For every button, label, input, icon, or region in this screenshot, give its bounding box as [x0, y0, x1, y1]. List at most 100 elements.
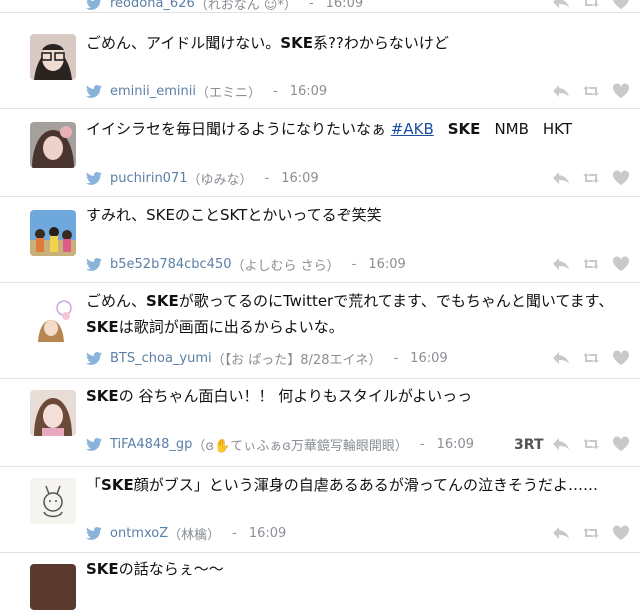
meta-separator: - — [264, 171, 270, 186]
twitter-bird-icon — [86, 527, 102, 540]
avatar[interactable] — [30, 122, 76, 168]
twitter-bird-icon — [86, 438, 102, 451]
meta-separator: - — [308, 0, 314, 11]
avatar[interactable] — [30, 34, 76, 80]
tweet-text-part: 系??わからないけど — [312, 34, 449, 52]
tweet-text-line2: SKEは歌詞が画面に出るからよいな。 — [86, 314, 632, 341]
tweet-actions — [552, 83, 630, 99]
retweet-icon[interactable] — [582, 0, 600, 10]
tweet-text-part: イイシラセを毎日聞けるようになりたいなぁ — [86, 120, 391, 138]
tweet-username[interactable]: eminii_eminii — [110, 84, 196, 99]
tweet-time[interactable]: 16:09 — [281, 171, 318, 186]
tweet-time[interactable]: 16:09 — [326, 0, 363, 11]
retweet-icon[interactable] — [582, 256, 600, 272]
tweet-text-bold: SKE — [447, 120, 481, 138]
tweet-username[interactable]: TiFA4848_gp — [110, 437, 192, 452]
tweet-item: 「SKE顔がブス」という渾身の自虐あるあるが滑ってんの泣きそうだよ…… ontm… — [0, 466, 640, 553]
twitter-bird-icon — [86, 85, 102, 98]
reply-icon[interactable] — [552, 170, 570, 186]
tweet-username[interactable]: reodona_626 — [110, 0, 195, 11]
twitter-bird-icon — [86, 352, 102, 365]
tweet-time[interactable]: 16:09 — [290, 84, 327, 99]
retweet-icon[interactable] — [582, 170, 600, 186]
reply-icon[interactable] — [552, 525, 570, 541]
tweet-text-part: ごめん、 — [86, 292, 147, 310]
tweet-meta: puchirin071 （ゆみな） - 16:09 — [86, 169, 319, 188]
tweet-time[interactable]: 16:09 — [410, 351, 447, 366]
meta-separator: - — [351, 257, 357, 272]
tweet-display-name: （ゆみな） — [187, 173, 253, 188]
tweet-meta: eminii_eminii （エミニ） - 16:09 — [86, 82, 327, 101]
favorite-icon[interactable] — [612, 170, 630, 186]
retweet-icon[interactable] — [582, 525, 600, 541]
tweet-item: SKEの話ならぇ～～ — [0, 552, 640, 610]
tweet-actions — [552, 436, 630, 452]
retweet-icon[interactable] — [582, 83, 600, 99]
twitter-bird-icon — [86, 172, 102, 185]
tweet-username[interactable]: puchirin071 — [110, 171, 188, 186]
favorite-icon[interactable] — [612, 350, 630, 366]
tweet-text-bold: SKE — [101, 476, 134, 494]
twitter-bird-icon — [86, 258, 102, 271]
tweet-text-bold: SKE — [86, 318, 119, 336]
tweet-text-part: の話ならぇ～～ — [118, 560, 224, 578]
tweet-display-name: （ɞ✋てぃふぁɞ万華鏡写輪眼開眼） — [192, 439, 408, 454]
tweet-text-part: すみれ、SKEのことSKTとかいってるぞ笑笑 — [86, 206, 382, 224]
tweet-actions — [552, 525, 630, 541]
tweet-meta: b5e52b784cbc450 （よしむら さら） - 16:09 — [86, 255, 406, 274]
meta-separator: - — [393, 351, 399, 366]
favorite-icon[interactable] — [612, 525, 630, 541]
tweet-meta: BTS_choa_yumi （【お ぱった】8/28エイネ） - 16:09 — [86, 349, 448, 368]
tweet-text-part: が歌ってるのにTwitterで荒れてます、でもちゃんと聞いてます、 — [178, 292, 614, 310]
tweet-time[interactable]: 16:09 — [249, 526, 286, 541]
retweet-icon[interactable] — [582, 436, 600, 452]
tweet-text-part: は歌詞が画面に出るからよいな。 — [118, 318, 344, 336]
tweet-text-bold: SKE — [86, 560, 119, 578]
tweet-time[interactable]: 16:09 — [437, 437, 474, 452]
avatar[interactable] — [30, 478, 76, 524]
tweet-item: ごめん、SKEが歌ってるのにTwitterで荒れてます、でもちゃんと聞いてます、… — [0, 282, 640, 379]
avatar[interactable] — [30, 210, 76, 256]
avatar[interactable] — [30, 564, 76, 610]
tweet-item: イイシラセを毎日聞けるようになりたいなぁ #AKB SKE NMB HKT puchi… — [0, 108, 640, 197]
hashtag-link[interactable]: #AKB — [391, 120, 434, 138]
tweet-text: 「SKE顔がブス」という渾身の自虐あるあるが滑ってんの泣きそうだよ…… — [86, 472, 632, 499]
reply-icon[interactable] — [552, 350, 570, 366]
tweet-text-bold: SKE — [280, 34, 313, 52]
tweet-text: ごめん、アイドル聞けない。SKE系??わからないけど — [86, 30, 632, 57]
avatar[interactable] — [30, 390, 76, 436]
tweet-meta: ontmxoZ （林檎） - 16:09 — [86, 524, 286, 543]
tweet-text-part: の 谷ちゃん面白い！！ 何よりもスタイルがよいっっ — [118, 387, 473, 405]
avatar[interactable] — [30, 296, 76, 342]
reply-icon[interactable] — [552, 0, 570, 10]
tweet-username[interactable]: BTS_choa_yumi — [110, 351, 212, 366]
favorite-icon[interactable] — [612, 256, 630, 272]
tweet-actions — [552, 0, 630, 10]
meta-separator: - — [419, 437, 425, 452]
tweet-display-name: （林檎） — [168, 528, 221, 543]
favorite-icon[interactable] — [612, 436, 630, 452]
tweet-time[interactable]: 16:09 — [368, 257, 405, 272]
tweet-meta: TiFA4848_gp （ɞ✋てぃふぁɞ万華鏡写輪眼開眼） - 16:09 3R… — [86, 435, 544, 454]
tweet-username[interactable]: ontmxoZ — [110, 526, 168, 541]
meta-separator: - — [232, 526, 237, 541]
tweet-text: すみれ、SKEのことSKTとかいってるぞ笑笑 — [86, 202, 632, 229]
reply-icon[interactable] — [552, 83, 570, 99]
tweet-text: SKEの 谷ちゃん面白い！！ 何よりもスタイルがよいっっ — [86, 383, 632, 410]
favorite-icon[interactable] — [612, 83, 630, 99]
tweet-text: イイシラセを毎日聞けるようになりたいなぁ #AKB SKE NMB HKT — [86, 116, 632, 143]
meta-separator: - — [273, 84, 278, 99]
tweet-text-part: 「 — [86, 476, 102, 494]
tweet-text-part: 顔がブス」という渾身の自虐あるあるが滑ってんの泣きそうだよ…… — [133, 476, 598, 494]
tweet-item: SKEの 谷ちゃん面白い！！ 何よりもスタイルがよいっっ TiFA4848_gp… — [0, 378, 640, 467]
tweet-display-name: （よしむら さら） — [231, 259, 340, 274]
tweet-actions — [552, 350, 630, 366]
reply-icon[interactable] — [552, 436, 570, 452]
retweet-icon[interactable] — [582, 350, 600, 366]
tweet-username[interactable]: b5e52b784cbc450 — [110, 257, 232, 272]
tweet-text-part: ごめん、アイドル聞けない。 — [86, 34, 281, 52]
favorite-icon[interactable] — [612, 0, 630, 10]
tweet-text-bold: SKE — [146, 292, 179, 310]
reply-icon[interactable] — [552, 256, 570, 272]
tweet-item: すみれ、SKEのことSKTとかいってるぞ笑笑 b5e52b784cbc450 （… — [0, 196, 640, 283]
